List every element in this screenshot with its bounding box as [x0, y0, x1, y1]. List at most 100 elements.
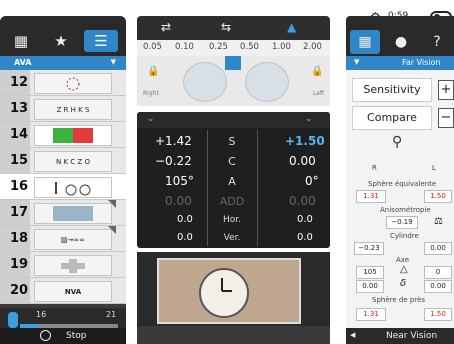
- slider-max-label: 21: [106, 310, 117, 319]
- lock-icon[interactable]: 🔒: [311, 66, 323, 77]
- vision-mode-selector[interactable]: ▼ Far Vision: [346, 56, 454, 70]
- add-label: ADD: [219, 195, 245, 208]
- compare-button[interactable]: Compare: [352, 106, 432, 130]
- chart-list-panel: ▦ ★ ☰ AVA ▼ 12 13 Z R H K S 14 15 N K C …: [0, 16, 126, 344]
- chart-row-14[interactable]: 14: [0, 122, 126, 148]
- eye-switch-icon[interactable]: ⇆: [221, 20, 231, 34]
- add-left[interactable]: 0.00: [289, 194, 316, 208]
- anisometropia-value: −0.19: [386, 216, 418, 229]
- clock-icon: [199, 268, 249, 318]
- prism-hor-right[interactable]: 0.0: [177, 214, 193, 225]
- phoropter-view: 🔒 Right 🔒 Left: [137, 56, 330, 106]
- stop-button[interactable]: Stop: [66, 331, 86, 341]
- analysis-panel: ▦ ● ? ▼ Far Vision Sensitivity + Compare…: [346, 16, 454, 344]
- row-number: 16: [0, 174, 30, 199]
- anisometropia-label: Anisométropie: [380, 206, 431, 214]
- chart-row-13[interactable]: 13 Z R H K S: [0, 96, 126, 122]
- cylinder-left[interactable]: 0.00: [289, 154, 316, 168]
- row-number: 13: [0, 96, 30, 121]
- landscape-chart-icon: [34, 203, 112, 224]
- near-sphere-left: 1.50: [424, 308, 452, 321]
- plus-icon[interactable]: +: [438, 80, 454, 100]
- red-green-chart-icon: [34, 125, 112, 146]
- sphere-right[interactable]: +1.42: [155, 134, 192, 148]
- axis-left[interactable]: 0°: [305, 174, 319, 188]
- left-tab-bar: ▦ ★ ☰: [0, 16, 126, 56]
- phoropter-toolbar: ⇄ ⇆ ▲: [137, 16, 330, 40]
- chevron-down-icon[interactable]: ⌄: [147, 114, 155, 124]
- acuity-scale: 0.05 0.10 0.25 0.50 1.00 2.00: [137, 42, 330, 56]
- chart-row-12[interactable]: 12: [0, 70, 126, 96]
- grid-view-icon[interactable]: ▦: [6, 30, 36, 52]
- refraction-values-panel: ⌄ ⌄ +1.42 S +1.50 −0.22 C 0.00 105° A 0°…: [137, 112, 330, 248]
- microscope-icon: ⚲: [392, 134, 403, 150]
- minus-icon[interactable]: −: [438, 108, 454, 128]
- axis-label: A: [228, 175, 236, 188]
- chart-row-18[interactable]: 18 ▨→∞∞: [0, 226, 126, 252]
- scale-tick: 0.10: [175, 42, 194, 52]
- chart-preview: [137, 252, 330, 344]
- cylinder-label: C: [228, 155, 236, 168]
- chart-row-17[interactable]: 17: [0, 200, 126, 226]
- chart-row-20[interactable]: 20 NVA: [0, 278, 126, 304]
- prism-ver-label: Ver.: [223, 233, 241, 243]
- prism-ver-right[interactable]: 0.0: [177, 232, 193, 243]
- favorites-star-icon[interactable]: ★: [46, 30, 76, 52]
- add-right[interactable]: 0.00: [165, 194, 192, 208]
- chart-row-19[interactable]: 19: [0, 252, 126, 278]
- snellen-chart-thumb: N K C Z O: [34, 151, 112, 172]
- left-eye-label: Left: [313, 90, 325, 97]
- scale-tick: 0.05: [143, 42, 162, 52]
- cylinder-label: Cylindre: [390, 232, 419, 240]
- eye-bridge-lock-icon[interactable]: [225, 56, 241, 70]
- near-vision-bar[interactable]: ◀ Near Vision: [346, 328, 454, 344]
- right-tab-bar: ▦ ● ?: [346, 16, 454, 56]
- prism-hor-left[interactable]: 0.0: [297, 214, 313, 225]
- row-number: 18: [0, 226, 30, 251]
- axis-label: Axe: [396, 256, 410, 264]
- axis-left: 0: [424, 266, 452, 279]
- near-sphere-label: Sphère de près: [372, 296, 425, 304]
- row-number: 17: [0, 200, 30, 225]
- chevron-down-icon: ▼: [354, 58, 360, 66]
- mountain-view-icon[interactable]: ▲: [287, 20, 296, 34]
- scale-tick: 2.00: [303, 42, 322, 52]
- right-eye-lens[interactable]: [183, 62, 227, 102]
- axis-right: 105: [356, 266, 384, 279]
- sensitivity-button[interactable]: Sensitivity: [352, 78, 432, 102]
- preview-bottom-bar: [137, 326, 330, 344]
- row-number: 14: [0, 122, 30, 147]
- stop-bar: Stop: [0, 328, 126, 344]
- stop-icon[interactable]: [40, 330, 51, 341]
- slider-min-label: 16: [36, 310, 47, 319]
- chart-row-16[interactable]: 16: [0, 174, 126, 200]
- cylinder-right[interactable]: −0.22: [155, 154, 192, 168]
- delta-icon: △: [400, 264, 408, 275]
- patient-card-icon[interactable]: ▦: [350, 30, 380, 54]
- help-icon[interactable]: ?: [422, 30, 452, 54]
- eyes-arrows-icon[interactable]: ⇄: [161, 20, 171, 34]
- fixation-chart-thumb: ▨→∞∞: [34, 229, 112, 250]
- sphere-equivalent-right: 1.31: [356, 190, 386, 203]
- sphere-left[interactable]: +1.50: [285, 134, 325, 148]
- axis-right[interactable]: 105°: [165, 174, 194, 188]
- left-col-label: L: [432, 164, 436, 172]
- lock-icon[interactable]: 🔒: [147, 66, 159, 77]
- prism-ver-left[interactable]: 0.0: [297, 232, 313, 243]
- chevron-left-icon: ◀: [350, 331, 356, 339]
- values-header: ⌄ ⌄: [137, 112, 330, 128]
- sphere-label: S: [228, 135, 236, 148]
- chart-set-selector[interactable]: AVA ▼: [0, 56, 126, 70]
- cross-chart-icon: [34, 255, 112, 276]
- list-view-icon[interactable]: ☰: [84, 30, 118, 52]
- left-eye-lens[interactable]: [245, 62, 289, 102]
- vision-mode-title: Far Vision: [402, 58, 441, 67]
- balance-icon: ⚖: [434, 216, 443, 227]
- near-vision-label: Near Vision: [386, 331, 438, 341]
- phoropter-panel: ⇄ ⇆ ▲ 0.05 0.10 0.25 0.50 1.00 2.00 🔒 Ri…: [137, 16, 330, 106]
- chevron-down-icon[interactable]: ⌄: [305, 114, 313, 124]
- corner-marker-icon: [108, 200, 116, 208]
- chart-row-15[interactable]: 15 N K C Z O: [0, 148, 126, 174]
- dot-pattern-chart-icon: [34, 73, 112, 94]
- patient-history-icon[interactable]: ●: [386, 30, 416, 54]
